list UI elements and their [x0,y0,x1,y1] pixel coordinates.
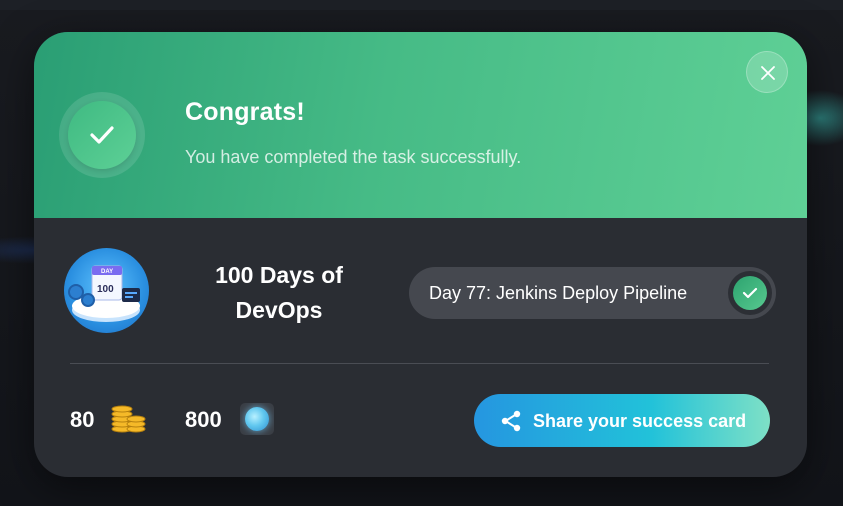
task-label: Day 77: Jenkins Deploy Pipeline [429,283,688,303]
success-check-icon [68,101,136,169]
success-badge [59,92,145,178]
course-logo-tag: DAY [101,269,113,275]
success-modal: Congrats! You have completed the task su… [34,32,807,477]
gem-icon [240,403,274,435]
course-title: 100 Days of DevOps [215,262,343,323]
modal-subtitle: You have completed the task successfully… [185,147,522,167]
modal-title: Congrats! [185,98,305,126]
modal-header: Congrats! You have completed the task su… [34,32,807,218]
close-button[interactable] [746,51,788,93]
task-check-icon [733,276,767,310]
share-icon [501,410,521,432]
coins-icon [111,405,146,433]
share-success-card-button[interactable]: Share your success card [474,394,770,447]
course-logo-number: 100 [97,284,114,295]
task-complete-badge [728,271,772,315]
gems-value: 800 [185,407,222,432]
coins-value: 80 [70,407,95,432]
divider [70,363,769,364]
background-topbar [0,0,843,10]
course-logo: DAY 100 [64,248,149,333]
gem-blob [245,407,269,431]
task-pill: Day 77: Jenkins Deploy Pipeline [409,267,776,319]
share-button-label: Share your success card [533,411,747,431]
close-icon [761,66,775,80]
